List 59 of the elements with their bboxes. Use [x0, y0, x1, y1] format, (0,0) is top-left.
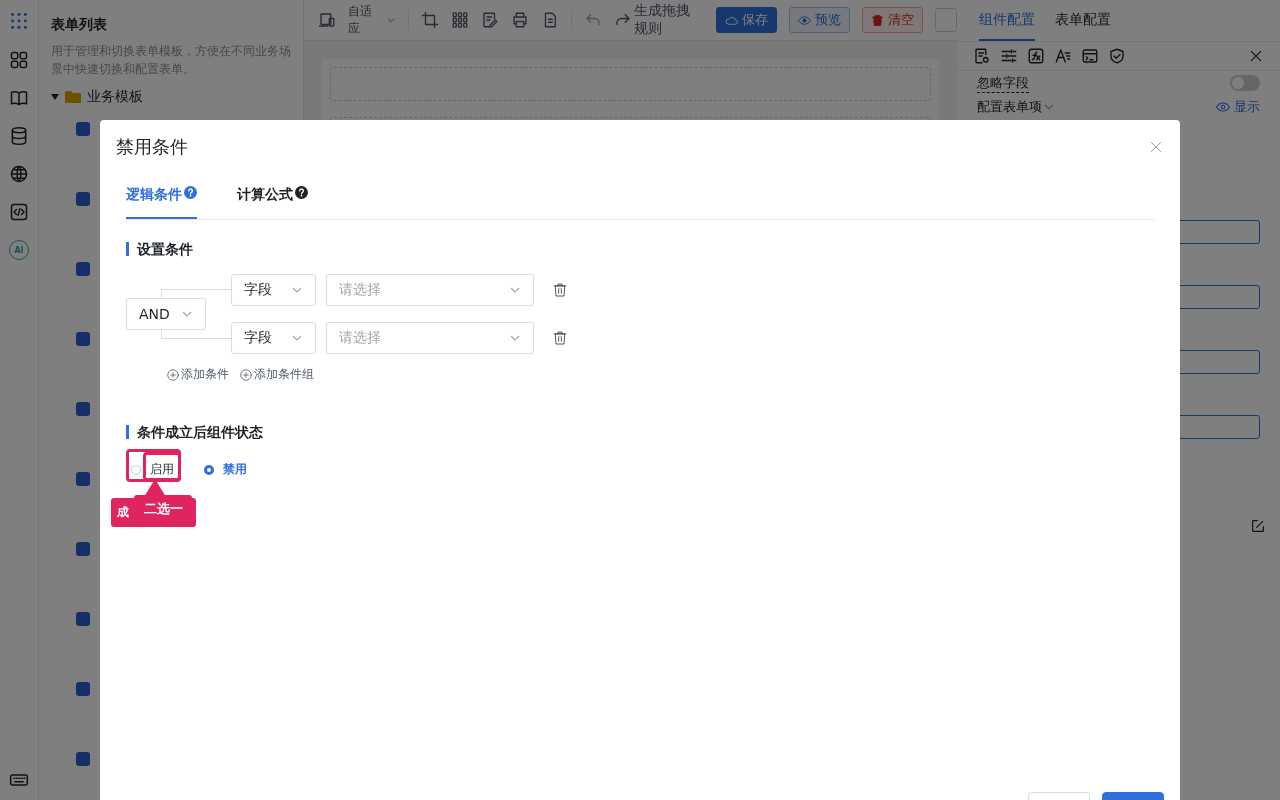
help-icon	[184, 186, 197, 199]
radio-option[interactable]: 禁用	[204, 461, 247, 478]
database-icon[interactable]	[9, 126, 29, 146]
generate-rules-button[interactable]: 生成拖拽规则	[614, 2, 704, 38]
section-title: 条件成立后组件状态	[126, 425, 1154, 439]
toolbar-button[interactable]: 保存	[716, 7, 777, 33]
field-label: 忽略字段	[977, 73, 1029, 93]
trash-icon	[871, 13, 884, 27]
terminal-icon[interactable]	[1081, 47, 1099, 65]
folder-label[interactable]: 业务模板	[87, 88, 143, 106]
field-type-select[interactable]: 字段	[231, 322, 316, 354]
help-icon	[295, 186, 308, 199]
device-icon[interactable]	[318, 11, 336, 29]
operator-select[interactable]: AND	[126, 298, 206, 330]
book-icon[interactable]	[9, 88, 29, 108]
text-style-icon[interactable]	[1054, 47, 1072, 65]
shield-icon[interactable]	[1108, 47, 1126, 65]
code-icon[interactable]	[9, 202, 29, 222]
print-icon[interactable]	[511, 11, 530, 29]
close-icon[interactable]	[1248, 48, 1264, 64]
toolbar-button[interactable]: 预览	[789, 7, 850, 33]
radio-option[interactable]: 启用	[131, 461, 174, 478]
grid-icon[interactable]	[451, 11, 470, 29]
radio-button[interactable]	[204, 464, 214, 475]
panel-tab[interactable]: 表单配置	[1055, 0, 1111, 41]
edit-icon[interactable]	[1250, 518, 1266, 534]
globe-icon[interactable]	[9, 164, 29, 184]
add-link[interactable]: 添加条件组	[239, 366, 314, 383]
edit-document-icon[interactable]	[481, 11, 500, 29]
form-settings-icon[interactable]	[973, 47, 991, 65]
field-select[interactable]: 请选择	[326, 322, 534, 354]
eye-icon	[1216, 100, 1230, 114]
device-select[interactable]: 自适应	[348, 3, 397, 37]
close-icon[interactable]	[1148, 139, 1164, 155]
plus-circle-icon	[239, 367, 253, 382]
delete-icon[interactable]	[552, 330, 568, 346]
panel-tab[interactable]: 组件配置	[979, 0, 1035, 41]
show-link[interactable]: 显示	[1216, 98, 1260, 116]
plus-circle-icon	[166, 367, 180, 382]
field-type-select[interactable]: 字段	[231, 274, 316, 306]
eye-icon	[798, 13, 811, 27]
sliders-icon[interactable]	[1000, 47, 1018, 65]
dialog-tab[interactable]: 计算公式	[237, 186, 308, 219]
function-icon[interactable]	[1027, 47, 1045, 65]
dialog-tab[interactable]: 逻辑条件	[126, 186, 197, 219]
grid-icon[interactable]	[9, 50, 29, 70]
section-title: 设置条件	[126, 242, 1154, 256]
add-link[interactable]: 添加条件	[166, 366, 229, 383]
dialog-title: 禁用条件	[116, 135, 188, 159]
toolbar-button[interactable]: 清空	[862, 7, 923, 33]
section-toggle[interactable]: 配置表单项	[977, 98, 1055, 116]
expand-arrow-icon[interactable]	[51, 93, 59, 101]
crop-icon[interactable]	[421, 11, 440, 29]
toggle-switch[interactable]	[1230, 75, 1260, 91]
sidebar-title: 表单列表	[51, 16, 108, 34]
apps-icon[interactable]	[8, 10, 30, 32]
delete-icon[interactable]	[552, 282, 568, 298]
folder-icon	[65, 90, 81, 104]
field-select[interactable]: 请选择	[326, 274, 534, 306]
